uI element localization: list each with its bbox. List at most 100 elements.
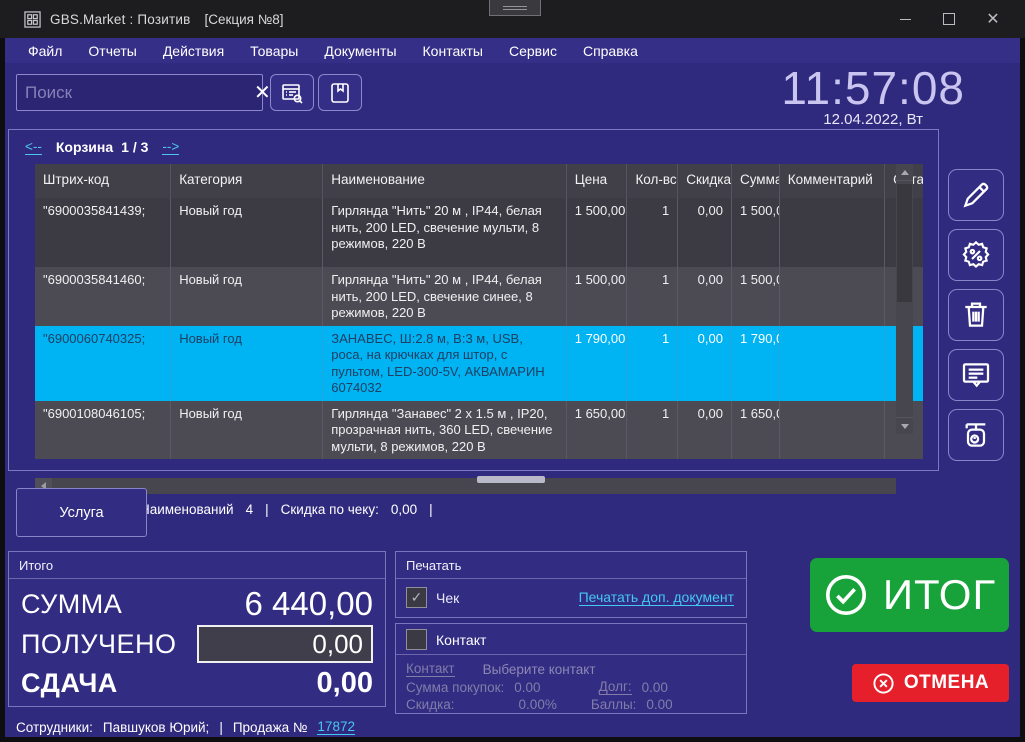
- minimize-button[interactable]: [883, 0, 927, 38]
- sale-label: Продажа №: [233, 720, 308, 735]
- cancel-button[interactable]: ОТМЕНА: [852, 664, 1009, 702]
- window-section: [Секция №8]: [204, 12, 283, 27]
- menu-item-1[interactable]: Файл: [15, 38, 75, 63]
- cart-panel: <-- Корзина 1 / 3 --> Штрих-кодКатегория…: [8, 129, 939, 471]
- total-button-label: ИТОГ: [883, 571, 996, 619]
- check-discount-value: 0,00: [391, 502, 417, 517]
- points-value: 0.00: [646, 697, 672, 712]
- column-header[interactable]: Сумма: [732, 164, 780, 198]
- app-window: GBS.Market : Позитив [Секция №8] ✕ ФайлО…: [0, 0, 1025, 742]
- menu-item-7[interactable]: Сервис: [496, 38, 570, 63]
- titlebar: GBS.Market : Позитив [Секция №8] ✕: [0, 0, 1025, 38]
- cell-category: Новый год: [171, 267, 323, 326]
- clock: 11:57:08 12.04.2022, Вт: [781, 63, 965, 128]
- search-clear-icon[interactable]: ✕: [254, 75, 271, 110]
- service-button-label: Услуга: [59, 505, 103, 521]
- menu-item-4[interactable]: Товары: [237, 38, 311, 63]
- edit-item-button[interactable]: [948, 169, 1004, 221]
- column-header[interactable]: Наименование: [323, 164, 566, 198]
- column-header[interactable]: Скидка,: [678, 164, 732, 198]
- debt-value: 0.00: [642, 680, 668, 695]
- scale-icon: [960, 419, 992, 451]
- print-header: Печатать: [396, 552, 746, 579]
- catalog-button[interactable]: [318, 74, 362, 111]
- cell-discount: 0,00: [678, 198, 732, 267]
- print-group: Печатать ✓ Чек Печатать доп. документ: [395, 551, 747, 618]
- menu-item-8[interactable]: Справка: [570, 38, 651, 63]
- contact-checkbox[interactable]: [406, 629, 427, 650]
- debt-link[interactable]: Долг:: [599, 679, 632, 695]
- cell-comment: [780, 401, 885, 460]
- vertical-scrollbar[interactable]: [896, 164, 913, 434]
- window-title: GBS.Market : Позитив: [50, 12, 190, 27]
- menu-item-5[interactable]: Документы: [311, 38, 409, 63]
- cell-qty: 1: [627, 326, 678, 401]
- app-icon: [24, 11, 41, 28]
- column-header[interactable]: Категория: [171, 164, 323, 198]
- menu-item-3[interactable]: Действия: [150, 38, 237, 63]
- cell-sum: 1 500,00: [732, 267, 780, 326]
- separator: |: [429, 502, 433, 517]
- splitter-handle[interactable]: [477, 476, 545, 483]
- cell-price: 1 790,00: [567, 326, 628, 401]
- column-header[interactable]: Штрих-код: [35, 164, 171, 198]
- main-content: ✕ 11:57:08 12.04.2022, Вт <--: [5, 63, 1020, 737]
- column-header[interactable]: Цена: [567, 164, 628, 198]
- cell-qty: 1: [627, 401, 678, 460]
- sale-number-link[interactable]: 17872: [317, 719, 355, 735]
- extra-doc-link[interactable]: Печатать доп. документ: [579, 589, 734, 606]
- menu-item-6[interactable]: Контакты: [410, 38, 496, 63]
- cell-discount: 0,00: [678, 267, 732, 326]
- received-input[interactable]: [197, 625, 373, 663]
- scroll-down-icon[interactable]: [896, 417, 913, 434]
- cart-next-link[interactable]: -->: [162, 139, 179, 155]
- cell-category: Новый год: [171, 198, 323, 267]
- receipt-checkbox-label: Чек: [436, 590, 459, 606]
- service-button[interactable]: Услуга: [16, 488, 147, 537]
- scroll-up-icon[interactable]: [896, 164, 913, 181]
- scale-button[interactable]: [948, 409, 1004, 461]
- scrollbar-thumb[interactable]: [897, 184, 912, 302]
- totals-group: Итого СУММА 6 440,00 ПОЛУЧЕНО СДАЧА 0,00: [8, 551, 386, 707]
- cell-comment: [780, 326, 885, 401]
- cell-comment: [780, 267, 885, 326]
- cell-qty: 1: [627, 267, 678, 326]
- search-input[interactable]: [17, 83, 254, 103]
- table-row[interactable]: "6900035841439;Новый годГирлянда "Нить" …: [35, 198, 923, 267]
- check-circle-icon: [823, 572, 869, 618]
- menu-item-2[interactable]: Отчеты: [75, 38, 149, 63]
- close-button[interactable]: ✕: [971, 0, 1015, 38]
- table-row[interactable]: "6900108046105;Новый годГирлянда "Занаве…: [35, 401, 923, 460]
- receipt-checkbox[interactable]: ✓: [406, 587, 427, 608]
- contact-select-hint: Выберите контакт: [483, 662, 596, 677]
- column-header[interactable]: Комментарий: [780, 164, 885, 198]
- list-search-icon: [280, 81, 304, 105]
- cart-prev-link[interactable]: <--: [25, 139, 42, 155]
- delete-item-button[interactable]: [948, 289, 1004, 341]
- cell-name: Гирлянда "Занавес" 2 х 1.5 м , IP20, про…: [323, 401, 566, 460]
- view-receipt-button[interactable]: [270, 74, 314, 111]
- cell-discount: 0,00: [678, 401, 732, 460]
- menubar: ФайлОтчетыДействияТоварыДокументыКонтакт…: [5, 38, 1020, 63]
- drag-handle[interactable]: [489, 0, 541, 16]
- maximize-button[interactable]: [927, 0, 971, 38]
- contact-group: Контакт Контакт Выберите контакт Сумма п…: [395, 623, 747, 714]
- table-row[interactable]: "6900060740325;Новый годЗАНАВЕС, Ш:2.8 м…: [35, 326, 923, 401]
- cell-barcode: "6900035841460;: [35, 267, 171, 326]
- employees-value: Павшуков Юрий;: [103, 720, 209, 735]
- cell-barcode: "6900035841439;: [35, 198, 171, 267]
- cell-qty: 1: [627, 198, 678, 267]
- column-header[interactable]: Кол-вс: [627, 164, 678, 198]
- total-button[interactable]: ИТОГ: [810, 558, 1009, 632]
- purchases-label: Сумма покупок:: [406, 680, 504, 695]
- table-row[interactable]: "6900035841460;Новый годГирлянда "Нить" …: [35, 267, 923, 326]
- cart-counter: 1 / 3: [121, 139, 148, 155]
- horizontal-scrollbar[interactable]: [35, 478, 896, 494]
- discount-value: 0.00%: [519, 697, 557, 712]
- discount-button[interactable]: [948, 229, 1004, 281]
- comment-button[interactable]: [948, 349, 1004, 401]
- x-circle-icon: [872, 672, 895, 695]
- received-label: ПОЛУЧЕНО: [21, 629, 176, 660]
- totals-header: Итого: [9, 552, 385, 579]
- contact-select-link[interactable]: Контакт: [406, 661, 455, 677]
